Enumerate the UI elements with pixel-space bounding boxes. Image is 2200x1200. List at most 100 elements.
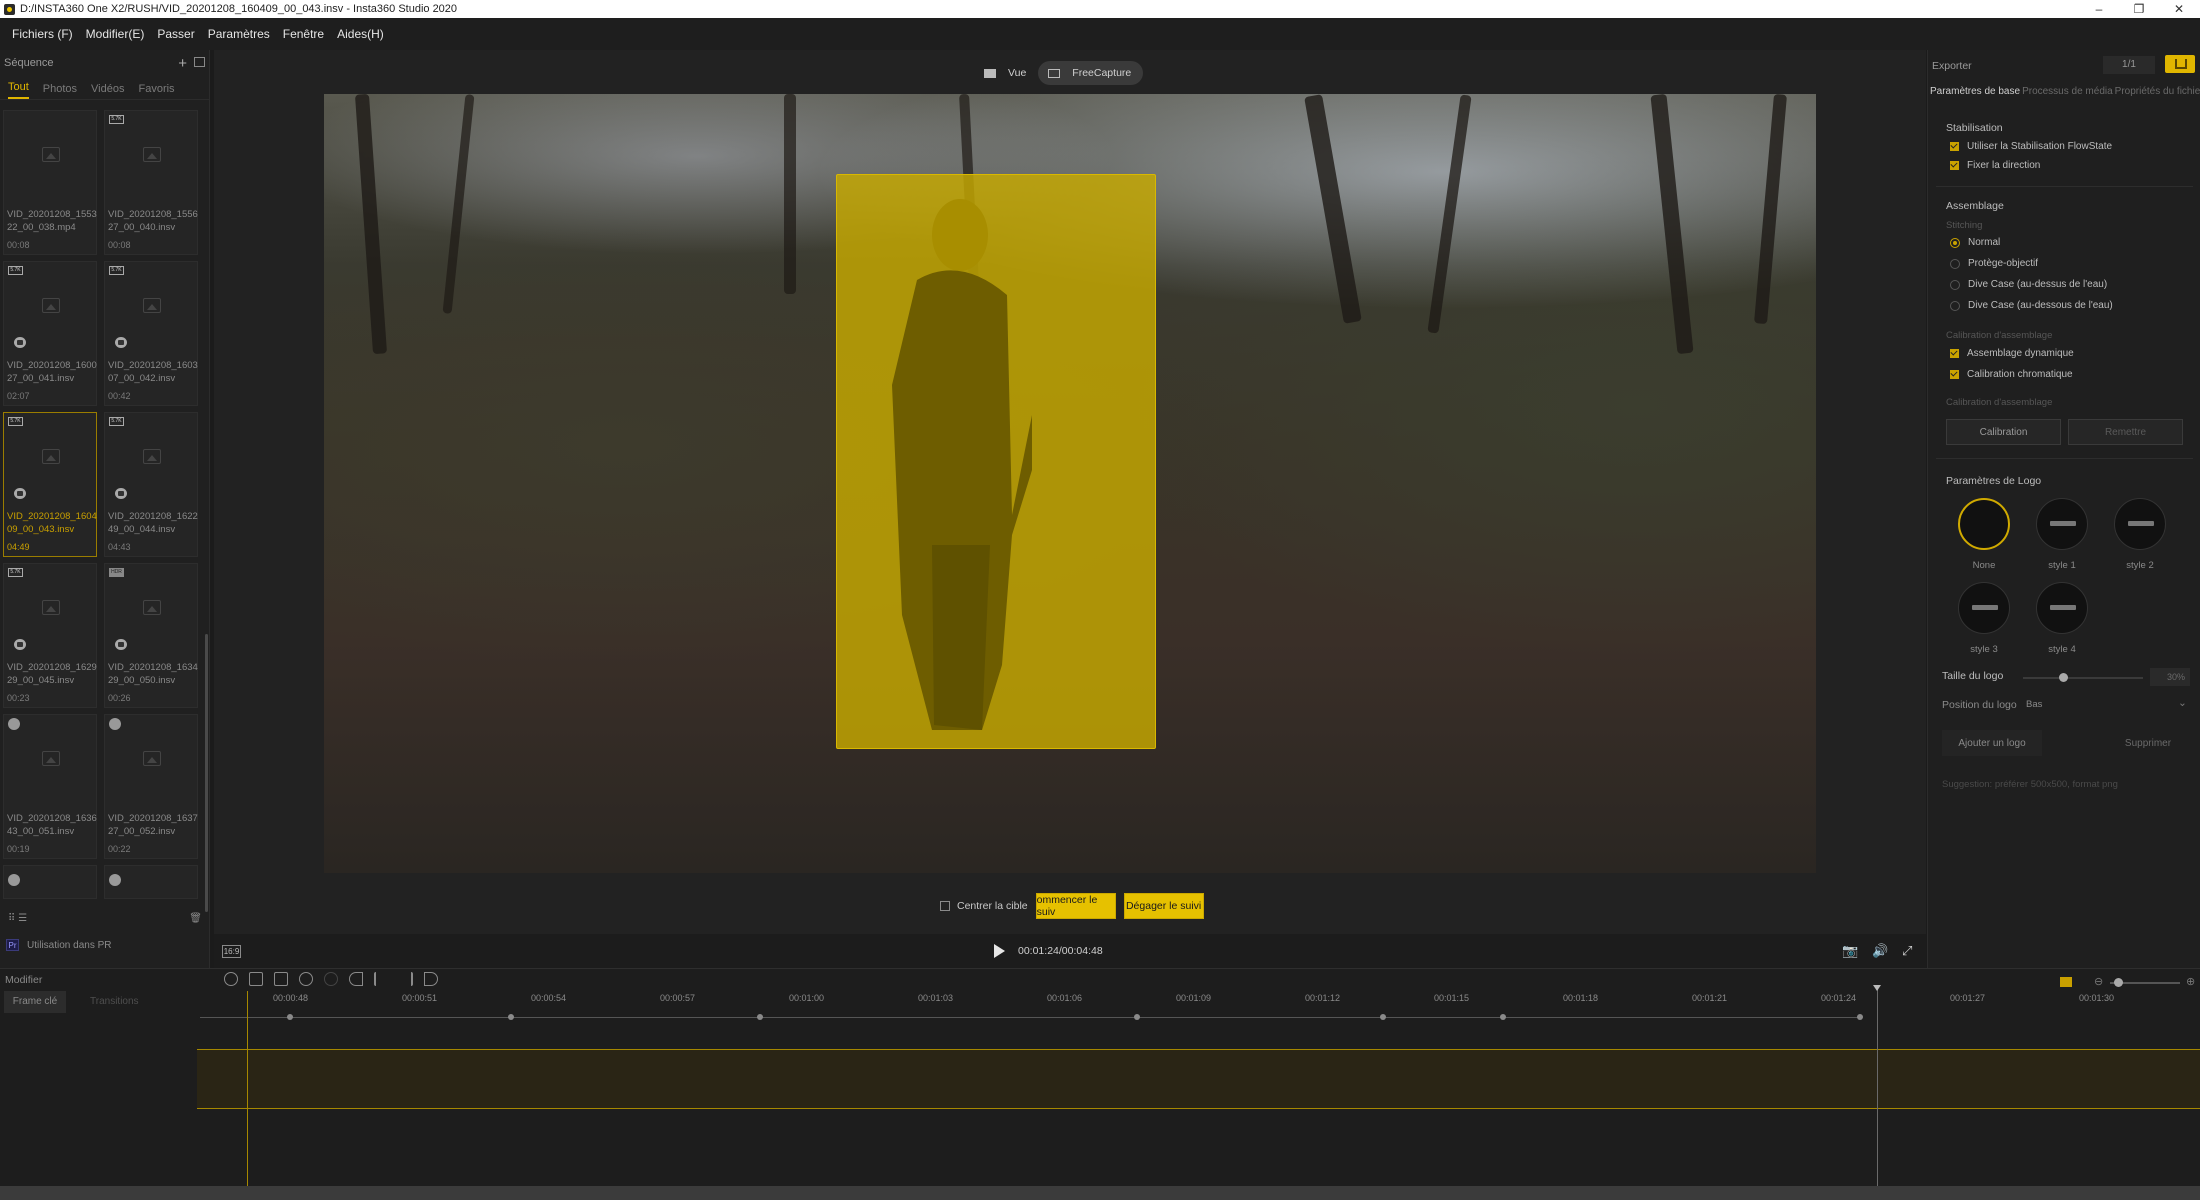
media-item-selected[interactable]: 5.7K VID_20201208_160409_00_043.insv 04:… [3,412,97,557]
tracking-target-box[interactable] [836,174,1156,749]
zoom-knob[interactable] [2114,978,2123,987]
flowstate-checkbox[interactable] [1950,142,1959,151]
media-item-partial[interactable] [3,865,97,899]
timeline-ruler[interactable]: 00:00:48 00:00:51 00:00:54 00:00:57 00:0… [197,991,2200,1011]
center-target-checkbox[interactable] [940,901,950,911]
in-point-marker[interactable] [247,991,248,1187]
menu-modifier[interactable]: Modifier(E) [86,27,145,41]
menu-passer[interactable]: Passer [157,27,194,41]
close-button[interactable]: ✕ [2156,0,2200,18]
flowstate-option[interactable]: Utiliser la Stabilisation FlowState [1950,141,2112,152]
slider-knob[interactable] [2059,673,2068,682]
media-item[interactable]: 5.7K VID_20201208_162249_00_044.insv 04:… [104,412,198,557]
volume-icon[interactable]: 🔊 [1872,943,1888,959]
delete-logo-button[interactable]: Supprimer [2108,730,2188,756]
prev-keyframe-icon[interactable] [374,972,388,986]
view-button[interactable]: Vue [974,61,1038,85]
stitch-dive-below-option[interactable]: Dive Case (au-dessous de l'eau) [1950,300,2113,311]
fix-direction-option[interactable]: Fixer la direction [1950,160,2040,171]
video-preview[interactable] [324,94,1816,873]
stop-tracking-button[interactable]: Dégager le suivi [1123,893,1204,919]
keyframe-marker[interactable] [1857,1014,1863,1020]
capture-icon[interactable] [274,972,288,986]
logo-style4-option[interactable] [2036,582,2088,634]
media-item[interactable]: HDR VID_20201208_163429_00_050.insv 00:2… [104,563,198,708]
target-icon[interactable] [224,972,238,986]
logo-none-option[interactable] [1958,498,2010,550]
dynamic-stitch-option[interactable]: Assemblage dynamique [1950,348,2074,359]
logo-style3-option[interactable] [1958,582,2010,634]
delete-keyframe-icon[interactable] [324,972,338,986]
aspect-ratio-button[interactable]: 16:9 [222,945,241,958]
tab-videos[interactable]: Vidéos [91,83,124,99]
freecapture-button[interactable]: FreeCapture [1038,61,1144,85]
zoom-in-icon[interactable]: ⊕ [2186,975,2195,988]
menu-fichiers[interactable]: Fichiers (F) [12,27,73,41]
split-icon[interactable] [349,972,363,986]
track-mode-icon[interactable] [2060,977,2072,987]
stitch-lensguard-radio[interactable] [1950,258,1960,269]
menu-parametres[interactable]: Paramètres [208,27,270,41]
calibration-button[interactable]: Calibration [1946,419,2061,445]
timeline-zoom[interactable]: ⊖ ⊕ [2060,976,2200,989]
start-tracking-button[interactable]: ommencer le suiv [1035,893,1116,919]
media-item[interactable]: VID_20201208_155322_00_038.mp4 00:08 [3,110,97,255]
media-item-partial[interactable] [104,865,198,899]
media-item[interactable]: 5.7K VID_20201208_160027_00_041.insv 02:… [3,261,97,406]
zoom-out-icon[interactable]: ⊖ [2094,975,2103,988]
chevron-down-icon[interactable]: ⌄ [2178,697,2187,709]
trim-end-icon[interactable] [424,972,438,986]
tab-tout[interactable]: Tout [8,81,29,99]
reset-button[interactable]: Remettre [2068,419,2183,445]
tab-file-props[interactable]: Propriétés du fichier [2113,82,2200,104]
keyframe-marker[interactable] [287,1014,293,1020]
menu-aides[interactable]: Aides(H) [337,27,384,41]
import-folder-icon[interactable] [194,57,205,67]
keyframe-marker[interactable] [508,1014,514,1020]
logo-style1-option[interactable] [2036,498,2088,550]
stitch-dive-below-radio[interactable] [1950,300,1960,311]
logo-position-select[interactable]: Bas [2026,699,2042,710]
premiere-link[interactable]: Pr Utilisation dans PR [6,939,111,951]
add-logo-button[interactable]: Ajouter un logo [1942,730,2042,756]
tab-basic-params[interactable]: Paramètres de base [1928,82,2020,104]
logo-style2-option[interactable] [2114,498,2166,550]
view-mode-icon[interactable]: ⠿ ☰ [8,913,27,924]
next-keyframe-icon[interactable] [399,972,413,986]
tab-favoris[interactable]: Favoris [138,83,174,99]
video-track[interactable] [197,1049,2200,1109]
media-item[interactable]: VID_20201208_163727_00_052.insv 00:22 [104,714,198,859]
export-icon[interactable] [2165,55,2195,73]
keyframe-tab[interactable]: Frame clé [4,991,66,1013]
keyframe-marker[interactable] [1380,1014,1386,1020]
keyframe-marker[interactable] [1134,1014,1140,1020]
fullscreen-icon[interactable]: ⤢ [1902,943,1912,959]
trash-icon[interactable]: 🗑 [189,913,202,924]
logo-size-value[interactable]: 30% [2150,668,2190,686]
media-item[interactable]: 5.7K VID_20201208_155627_00_040.insv 00:… [104,110,198,255]
fix-direction-checkbox[interactable] [1950,161,1959,170]
transitions-tab[interactable]: Transitions [90,996,139,1007]
stitch-dive-above-radio[interactable] [1950,279,1960,290]
add-media-icon[interactable]: + [178,55,187,72]
keyframe-marker[interactable] [1500,1014,1506,1020]
media-item[interactable]: 5.7K VID_20201208_160307_00_042.insv 00:… [104,261,198,406]
playhead[interactable] [1873,985,1881,1187]
media-item[interactable]: VID_20201208_163643_00_051.insv 00:19 [3,714,97,859]
stitch-lensguard-option[interactable]: Protège-objectif [1950,258,2038,269]
menu-fenetre[interactable]: Fenêtre [283,27,324,41]
media-scrollbar[interactable] [205,634,208,912]
tab-media-process[interactable]: Processus de média [2020,82,2113,104]
chroma-calib-checkbox[interactable] [1950,370,1959,379]
media-item[interactable]: 5.7K VID_20201208_162929_00_045.insv 00:… [3,563,97,708]
play-icon[interactable] [994,944,1005,958]
snapshot-icon[interactable]: 📷 [1842,943,1858,959]
keyframe-marker[interactable] [757,1014,763,1020]
logo-size-slider[interactable] [2023,673,2143,682]
stitch-normal-option[interactable]: Normal [1950,237,2000,248]
dynamic-stitch-checkbox[interactable] [1950,349,1959,358]
frame-icon[interactable] [249,972,263,986]
add-keyframe-icon[interactable] [299,972,313,986]
chroma-calib-option[interactable]: Calibration chromatique [1950,369,2073,380]
tab-photos[interactable]: Photos [43,83,77,99]
